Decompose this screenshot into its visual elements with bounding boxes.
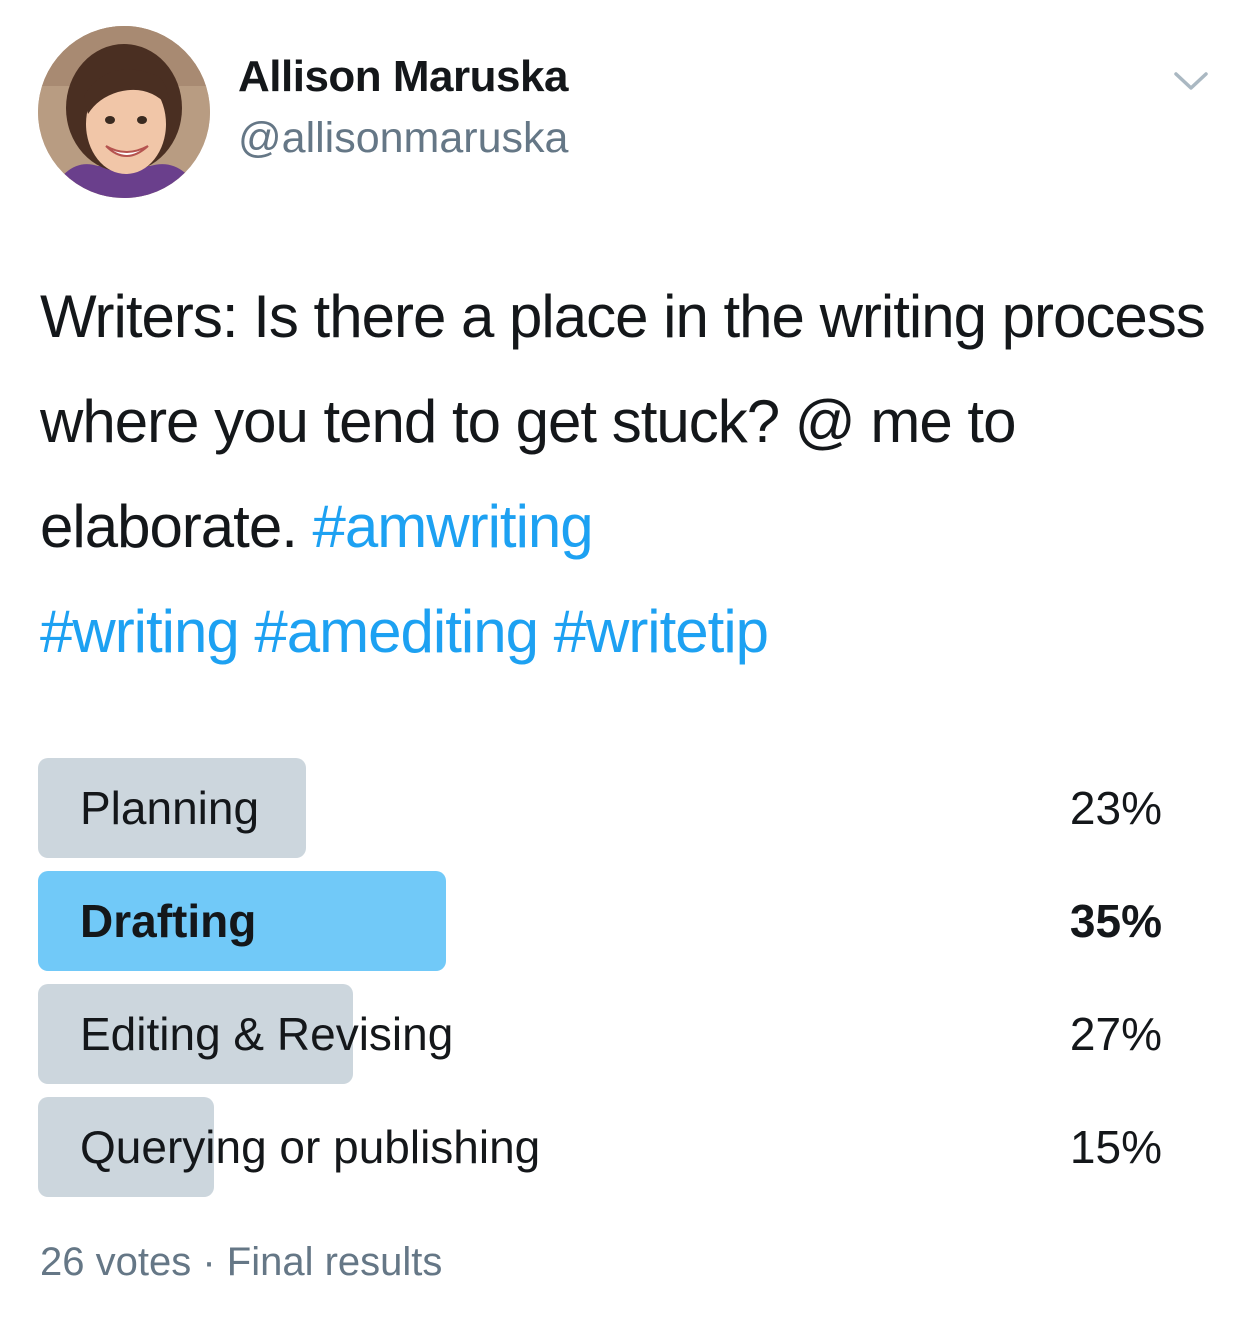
poll-option-editing-revising: Editing & Revising 27% <box>38 984 1168 1084</box>
poll-option-label: Planning <box>80 782 260 834</box>
poll-option-querying-publishing: Querying or publishing 15% <box>38 1097 1168 1197</box>
tweet-body: Writers: Is there a place in the writing… <box>40 283 1206 560</box>
avatar[interactable] <box>38 26 210 198</box>
hashtag-link[interactable]: #writing <box>40 598 240 665</box>
chevron-down-icon[interactable] <box>1170 60 1212 100</box>
poll-option-label: Drafting <box>80 895 257 947</box>
poll-option-planning: Planning 23% <box>38 758 1168 858</box>
poll-option-percent: 27% <box>1069 1008 1162 1060</box>
poll-option-drafting: Drafting 35% <box>38 871 1168 971</box>
tweet-text: Writers: Is there a place in the writing… <box>40 264 1210 684</box>
poll-option-percent: 23% <box>1069 782 1162 834</box>
poll-option-percent: 35% <box>1069 895 1162 947</box>
poll-summary: 26 votes · Final results <box>40 1240 443 1284</box>
poll-option-label: Querying or publishing <box>80 1121 541 1173</box>
tweet: Allison Maruska @allisonmaruska Writers:… <box>0 0 1240 1325</box>
poll-option-percent: 15% <box>1069 1121 1162 1173</box>
hashtag-link[interactable]: #amwriting <box>313 493 594 560</box>
user-handle[interactable]: @allisonmaruska <box>238 114 568 163</box>
poll: Planning 23% Drafting 35% Editing & Revi… <box>38 758 1168 1210</box>
display-name[interactable]: Allison Maruska <box>238 52 568 102</box>
hashtag-link[interactable]: #writetip <box>554 598 769 665</box>
hashtag-link[interactable]: #amediting <box>254 598 539 665</box>
avatar-image <box>38 26 210 198</box>
poll-option-label: Editing & Revising <box>80 1008 454 1060</box>
